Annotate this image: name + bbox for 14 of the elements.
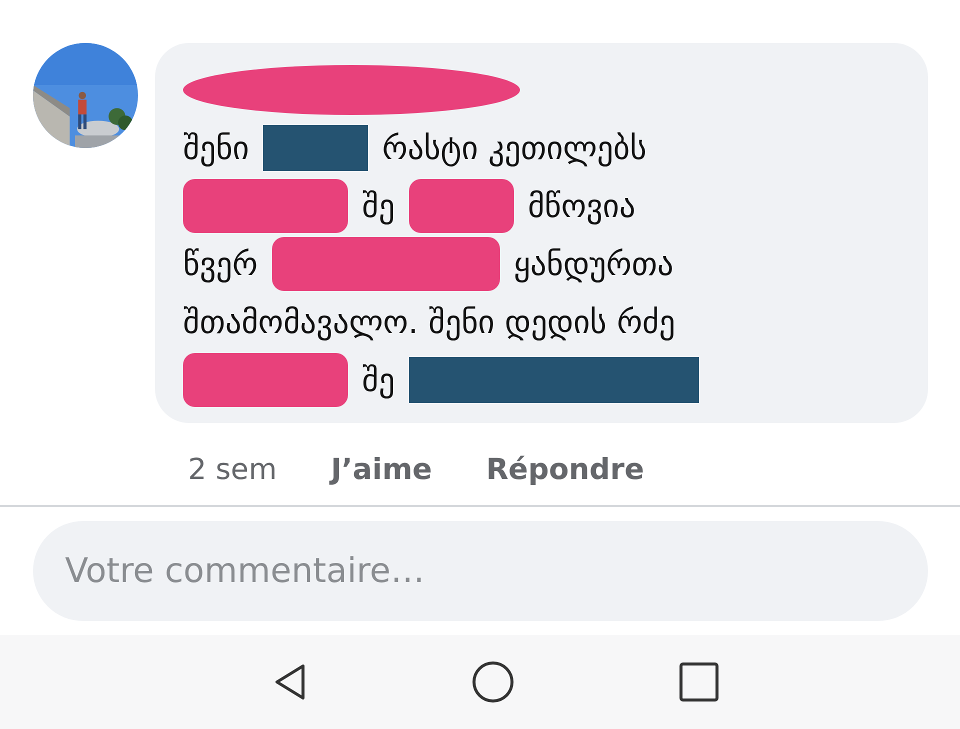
comment-action-link[interactable]: Répondre (486, 449, 644, 489)
comment-text: რასტი კეთილებს (382, 129, 647, 167)
comment-text: შე (362, 187, 395, 225)
comment-time: 2 sem (188, 451, 277, 488)
comment-text: შენი (183, 129, 250, 167)
comment-text: ყანდურთა (514, 245, 674, 283)
recents-icon[interactable] (679, 662, 719, 702)
comment-text: შე (362, 361, 395, 399)
comment-field[interactable]: Votre commentaire… (33, 521, 928, 621)
comment-action-link[interactable]: J’aime (330, 449, 432, 489)
comment-text: წვერ (183, 245, 258, 283)
comment-text: შთამომავალო. შენი დედის რძე (183, 303, 676, 341)
home-icon[interactable] (471, 660, 515, 704)
comment-text: მწოვია (528, 187, 636, 225)
